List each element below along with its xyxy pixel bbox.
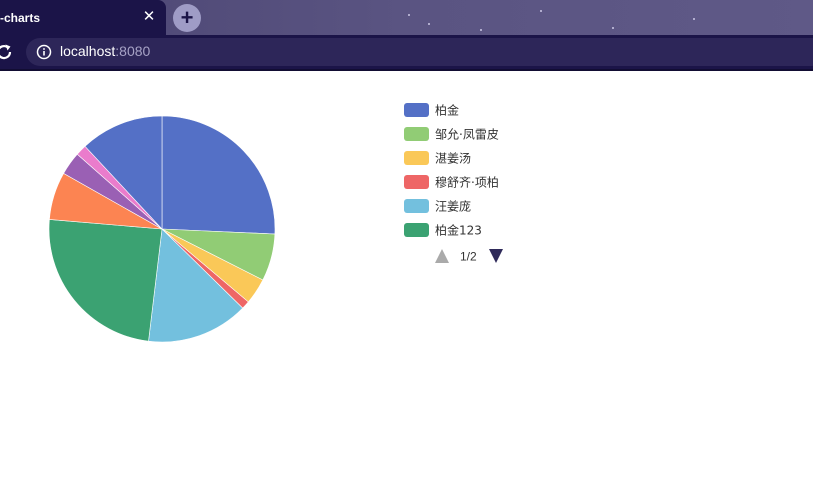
browser-window: -charts ✕ + localhost:8080 柏金邹允·凤雷皮 湛姜汤穆舒… <box>0 0 813 504</box>
legend-swatch <box>404 175 429 189</box>
legend-swatch <box>404 151 429 165</box>
pie-slice-1[interactable] <box>161 115 276 235</box>
legend-label: 穆舒齐·项柏 <box>435 175 499 190</box>
address-toolbar: localhost:8080 <box>0 35 813 71</box>
legend-label: 湛姜汤 <box>435 152 471 166</box>
legend-item[interactable]: 柏金123 <box>404 223 482 238</box>
legend-item[interactable]: 穆舒齐·项柏 <box>404 175 499 190</box>
pie-slices <box>48 115 276 343</box>
background-star <box>612 27 614 29</box>
legend-swatch <box>404 103 429 117</box>
legend-label: 柏金 <box>435 103 459 118</box>
url-host: localhost <box>60 43 116 59</box>
legend-swatch <box>404 199 429 213</box>
address-bar[interactable]: localhost:8080 <box>26 38 813 66</box>
new-tab-button[interactable]: + <box>173 4 201 32</box>
background-star <box>408 14 410 16</box>
reload-icon[interactable] <box>0 42 14 62</box>
legend-item[interactable]: 汪姜庞 <box>404 199 471 214</box>
legend-label: 柏金123 <box>435 223 482 238</box>
legend-item[interactable]: 湛姜汤 <box>404 151 471 166</box>
background-star <box>693 18 695 20</box>
legend-label: 邹允·凤雷皮 <box>435 127 499 142</box>
legend-next-page-icon[interactable] <box>489 249 503 263</box>
page-content: 柏金邹允·凤雷皮 湛姜汤穆舒齐·项柏 汪姜庞柏金123 1/2 <box>0 71 813 504</box>
info-icon[interactable] <box>36 44 52 60</box>
legend-page-indicator: 1/2 <box>460 250 477 264</box>
tab-title: -charts <box>0 10 41 25</box>
pie-chart: 柏金邹允·凤雷皮湛姜汤穆舒齐·项柏汪姜庞柏金123 1/2 <box>48 103 503 343</box>
url-port: :8080 <box>115 43 151 59</box>
pie-slice-6[interactable] <box>48 219 163 342</box>
background-star <box>540 10 542 12</box>
legend-label: 汪姜庞 <box>435 199 471 214</box>
legend: 柏金邹允·凤雷皮湛姜汤穆舒齐·项柏汪姜庞柏金123 1/2 <box>404 103 503 264</box>
background-star <box>428 23 430 25</box>
background-star <box>480 29 482 31</box>
tab-bar: -charts ✕ + <box>0 0 813 35</box>
legend-swatch <box>404 127 429 141</box>
legend-prev-page-icon[interactable] <box>435 249 449 263</box>
url-text[interactable]: localhost:8080 <box>60 43 150 59</box>
legend-item[interactable]: 柏金 <box>404 103 459 118</box>
close-icon[interactable]: ✕ <box>141 9 157 25</box>
active-tab[interactable]: -charts ✕ <box>0 0 166 35</box>
legend-swatch <box>404 223 429 237</box>
legend-item[interactable]: 邹允·凤雷皮 <box>404 127 499 142</box>
